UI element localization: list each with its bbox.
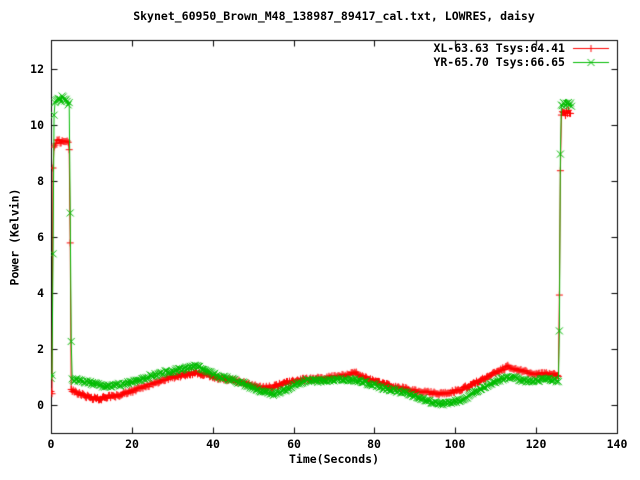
x-tick-label: 60 — [287, 437, 301, 451]
x-axis-label: Time(Seconds) — [288, 452, 379, 466]
y-tick-label: 12 — [30, 62, 44, 76]
legend: XL-63.63 Tsys:64.41 YR-65.70 Tsys:66.65 — [433, 41, 610, 69]
x-tick-label: 20 — [125, 437, 139, 451]
y-tick-label: 4 — [37, 286, 44, 300]
legend-line-yr — [572, 56, 610, 68]
legend-sample-plus-icon — [572, 42, 610, 54]
legend-row-yr: YR-65.70 Tsys:66.65 — [433, 55, 610, 69]
y-tick-label: 2 — [37, 342, 44, 356]
chart-title: Skynet_60950_Brown_M48_138987_89417_cal.… — [133, 9, 535, 23]
x-tick-label: 140 — [606, 437, 628, 451]
gnuplot-window: Skynet_60950_Brown_M48_138987_89417_cal.… — [0, 0, 640, 480]
legend-label-yr: YR-65.70 Tsys:66.65 — [433, 55, 565, 69]
x-tick-label: 0 — [47, 437, 55, 451]
y-tick-label: 6 — [37, 230, 44, 244]
x-tick-label: 120 — [525, 437, 547, 451]
legend-label-xl: XL-63.63 Tsys:64.41 — [433, 41, 565, 55]
y-tick-label: 0 — [37, 398, 44, 412]
x-tick-label: 80 — [367, 437, 381, 451]
legend-sample-cross-icon — [572, 56, 610, 68]
plot-canvas — [0, 0, 640, 480]
y-tick-label: 10 — [30, 118, 44, 132]
legend-line-xl — [572, 42, 610, 54]
x-tick-label: 40 — [206, 437, 220, 451]
legend-row-xl: XL-63.63 Tsys:64.41 — [433, 41, 610, 55]
y-tick-label: 8 — [37, 174, 44, 188]
x-tick-label: 100 — [444, 437, 466, 451]
